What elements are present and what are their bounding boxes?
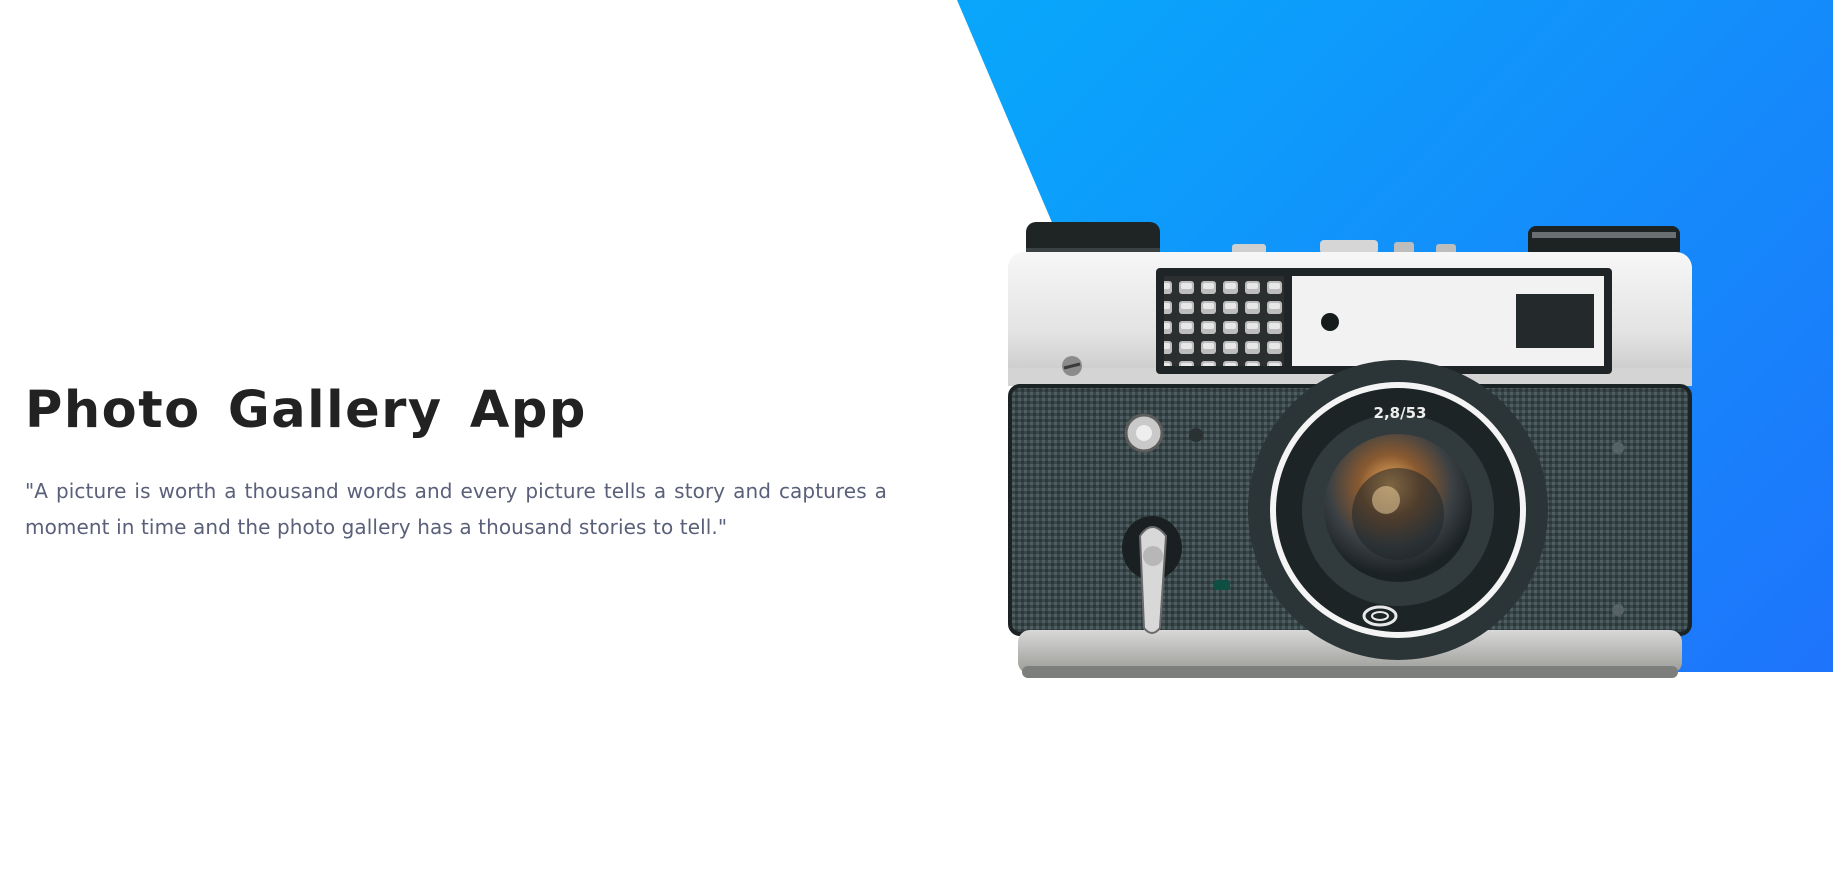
hero-quote: "A picture is worth a thousand words and…: [25, 479, 887, 539]
hero-title: Photo Gallery App: [25, 381, 587, 440]
camera-illustration: 2,8/53: [1000, 218, 1700, 690]
landing-page: Photo Gallery App "A picture is worth a …: [0, 0, 1833, 884]
hero-section: Photo Gallery App "A picture is worth a …: [25, 383, 887, 545]
camera-icon: 2,8/53: [1008, 222, 1692, 678]
lens-marking: 2,8/53: [1374, 404, 1427, 422]
